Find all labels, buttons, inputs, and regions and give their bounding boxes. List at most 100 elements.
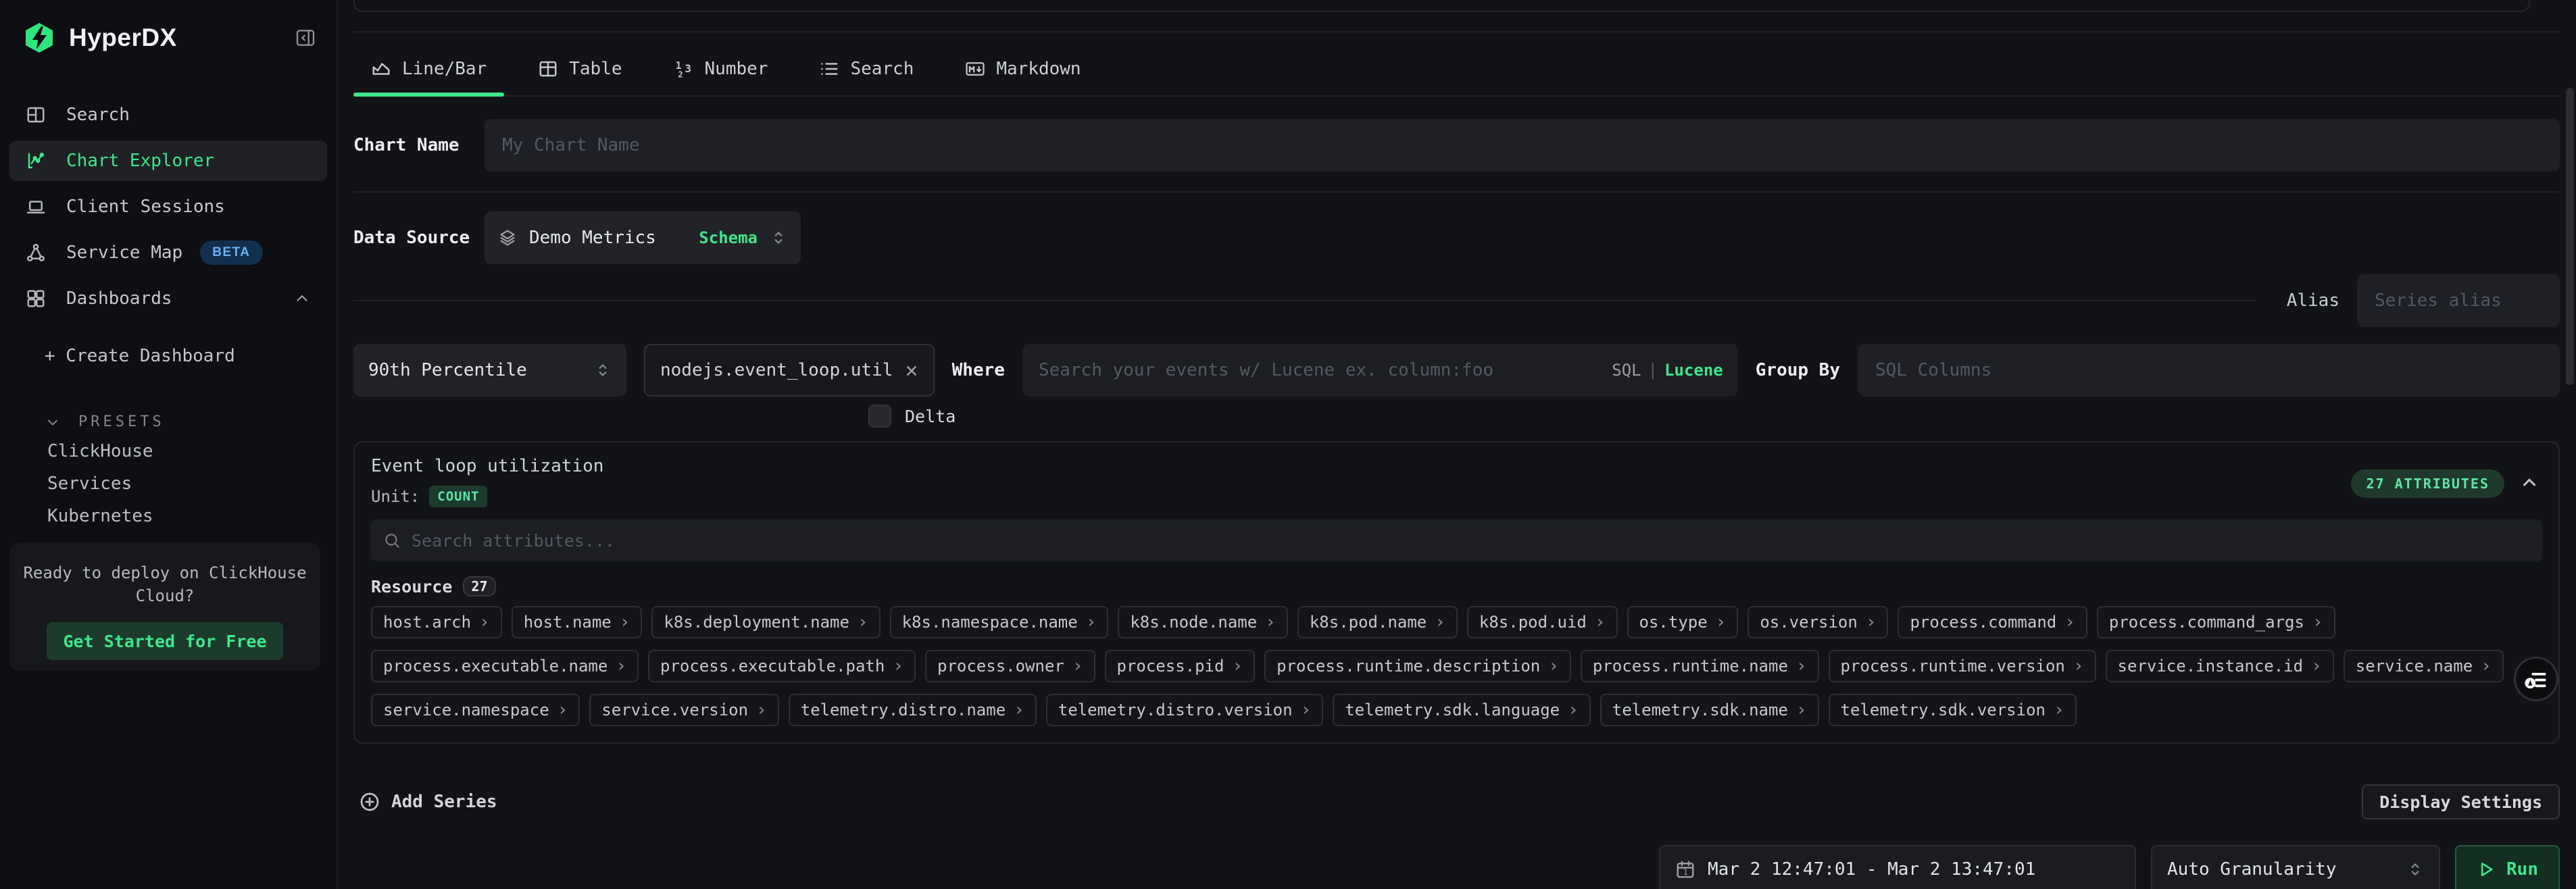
metric-chip[interactable]: nodejs.event_loop.util × <box>644 344 935 397</box>
attribute-chip-label: telemetry.distro.name <box>801 701 1006 719</box>
attribute-chip[interactable]: process.owner › <box>925 650 1095 682</box>
chevron-right-icon: › <box>1568 701 1579 719</box>
attribute-chip[interactable]: service.instance.id › <box>2106 650 2334 682</box>
data-source-select[interactable]: Demo Metrics Schema <box>485 211 801 264</box>
attribute-chip[interactable]: process.runtime.version › <box>1829 650 2096 682</box>
attribute-chip[interactable]: process.runtime.name › <box>1581 650 1819 682</box>
tab-table[interactable]: Table <box>520 55 639 95</box>
sidebar-item-chart-explorer[interactable]: Chart Explorer <box>9 141 327 181</box>
attribute-chip[interactable]: telemetry.distro.version › <box>1046 694 1323 726</box>
granularity-select[interactable]: Auto Granularity <box>2151 845 2440 889</box>
chart-name-input[interactable] <box>485 119 2560 172</box>
sidebar-item-label: Client Sessions <box>66 197 225 217</box>
sidebar-item-label: Chart Explorer <box>66 151 214 171</box>
attribute-chip[interactable]: k8s.pod.name › <box>1297 606 1458 638</box>
preset-item[interactable]: Services <box>47 474 337 494</box>
language-toggle-lucene[interactable]: Lucene <box>1664 361 1723 380</box>
svg-text:1: 1 <box>1683 868 1688 877</box>
chevron-right-icon: › <box>1796 657 1807 675</box>
sidebar-item-search[interactable]: Search <box>9 95 327 135</box>
aggregation-value: 90th Percentile <box>368 360 527 380</box>
tab-label: Line/Bar <box>402 59 487 79</box>
add-series-button[interactable]: Add Series <box>359 791 497 813</box>
table-icon <box>538 59 558 79</box>
attribute-chip[interactable]: k8s.node.name › <box>1118 606 1288 638</box>
tab-line-bar[interactable]: Line/Bar <box>353 55 504 95</box>
data-source-row: Data Source Demo Metrics Schema <box>353 211 2560 264</box>
feedback-widget-button[interactable] <box>2514 657 2558 701</box>
attribute-chip[interactable]: telemetry.sdk.name › <box>1600 694 1819 726</box>
language-toggle-sql[interactable]: SQL <box>1612 361 1641 380</box>
sidebar-item-label: Service Map <box>66 243 182 263</box>
group-by-input[interactable] <box>1858 344 2560 397</box>
attribute-chip[interactable]: process.runtime.description › <box>1264 650 1571 682</box>
sidebar-item-dashboards[interactable]: Dashboards <box>9 278 327 319</box>
delta-checkbox[interactable] <box>868 405 891 428</box>
sidebar-item-label: Dashboards <box>66 288 172 309</box>
attribute-chip[interactable]: service.namespace › <box>371 694 580 726</box>
get-started-button[interactable]: Get Started for Free <box>47 622 283 660</box>
attribute-chip[interactable]: process.command_args › <box>2097 606 2335 638</box>
add-series-label: Add Series <box>391 792 497 812</box>
attribute-chip[interactable]: k8s.pod.uid › <box>1467 606 1618 638</box>
chevron-right-icon: › <box>558 701 568 719</box>
alias-input[interactable] <box>2357 274 2560 327</box>
calendar-icon: 1 <box>1675 859 1695 880</box>
sidebar-item-service-map[interactable]: Service Map BETA <box>9 232 327 273</box>
chevron-right-icon: › <box>1086 613 1097 631</box>
attribute-chip[interactable]: k8s.deployment.name › <box>651 606 880 638</box>
where-input-wrap: SQL | Lucene <box>1022 344 1738 397</box>
collapse-sidebar-icon[interactable] <box>295 27 316 49</box>
chevron-right-icon: › <box>1796 701 1807 719</box>
preset-list: ClickHouse Services Kubernetes <box>47 441 337 526</box>
display-settings-button[interactable]: Display Settings <box>2362 784 2560 819</box>
group-by-label: Group By <box>1756 360 1840 380</box>
chevron-updown-icon <box>770 229 787 247</box>
attribute-chip[interactable]: process.command › <box>1898 606 2087 638</box>
create-dashboard-button[interactable]: + Create Dashboard <box>45 346 337 366</box>
presets-header[interactable]: PRESETS <box>45 413 337 430</box>
attribute-chip-label: process.pid <box>1117 657 1224 676</box>
attribute-chip[interactable]: os.version › <box>1748 606 1888 638</box>
attribute-chip[interactable]: process.executable.path › <box>648 650 916 682</box>
attribute-chip[interactable]: host.name › <box>512 606 643 638</box>
chevron-right-icon: › <box>1301 701 1312 719</box>
tab-search[interactable]: Search <box>801 55 931 95</box>
chevron-right-icon: › <box>893 657 903 675</box>
preset-item[interactable]: Kubernetes <box>47 506 337 526</box>
attribute-search-input[interactable] <box>410 530 2530 551</box>
divider <box>353 191 2560 193</box>
attribute-chip[interactable]: service.name › <box>2344 650 2504 682</box>
attribute-chip[interactable]: telemetry.sdk.version › <box>1829 694 2077 726</box>
attribute-chip[interactable]: os.type › <box>1627 606 1739 638</box>
attribute-chip[interactable]: service.version › <box>589 694 778 726</box>
sidebar-item-client-sessions[interactable]: Client Sessions <box>9 186 327 227</box>
time-range-picker[interactable]: 1 Mar 2 12:47:01 - Mar 2 13:47:01 <box>1659 845 2136 889</box>
tab-markdown[interactable]: Markdown <box>947 55 1098 95</box>
run-button[interactable]: Run <box>2455 845 2560 889</box>
attribute-chip-label: service.namespace <box>383 701 549 719</box>
panel-header-text: Event loop utilization Unit: COUNT <box>371 456 603 509</box>
aggregation-select[interactable]: 90th Percentile <box>353 344 626 397</box>
attribute-chip[interactable]: process.pid › <box>1105 650 1256 682</box>
preset-item[interactable]: ClickHouse <box>47 441 337 461</box>
list-icon <box>819 59 839 79</box>
chevron-updown-icon <box>594 361 612 379</box>
chevron-right-icon: › <box>2481 657 2492 675</box>
attribute-chip[interactable]: host.arch › <box>371 606 502 638</box>
attribute-chip-label: process.owner <box>937 657 1064 676</box>
attribute-chip[interactable]: telemetry.distro.name › <box>789 694 1037 726</box>
attribute-chip[interactable]: k8s.namespace.name › <box>890 606 1109 638</box>
attribute-chip[interactable]: telemetry.sdk.language › <box>1333 694 1591 726</box>
tab-number[interactable]: 1 2 3 Number <box>656 55 786 95</box>
chevron-up-icon[interactable] <box>2519 472 2540 492</box>
attribute-chip[interactable]: process.executable.name › <box>371 650 639 682</box>
tab-label: Number <box>705 59 768 79</box>
alias-row: Alias <box>353 274 2560 327</box>
where-search-input[interactable] <box>1037 359 1612 381</box>
chevron-right-icon: › <box>620 613 630 631</box>
chevron-right-icon: › <box>2311 657 2322 675</box>
scrollbar-thumb[interactable] <box>2566 88 2574 385</box>
close-icon[interactable]: × <box>905 359 918 381</box>
schema-link[interactable]: Schema <box>699 228 758 247</box>
